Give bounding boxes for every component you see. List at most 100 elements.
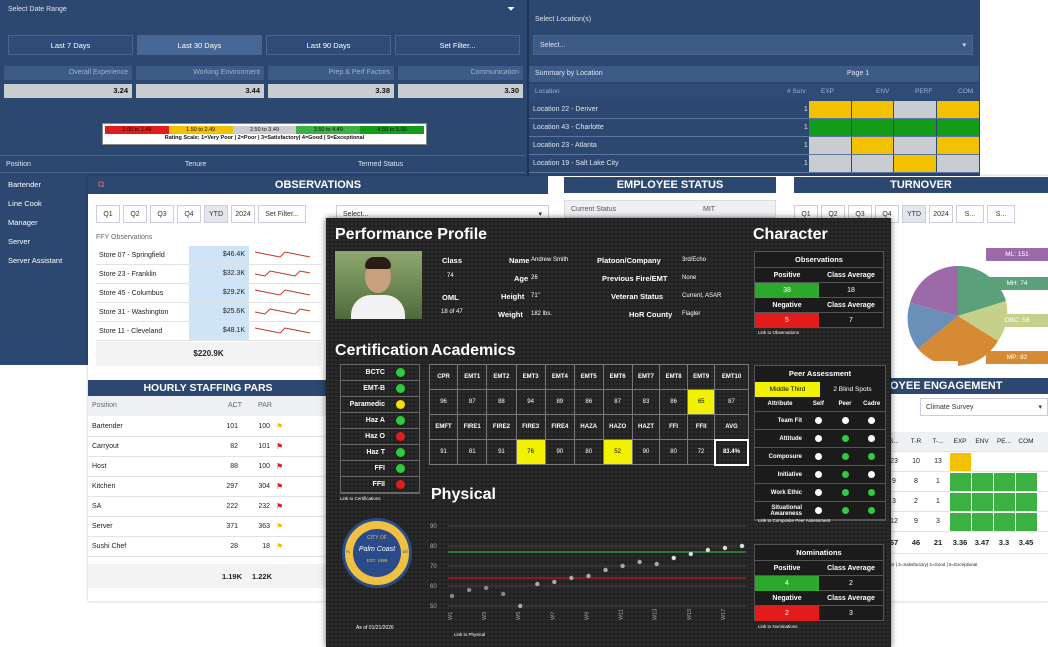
eng-cell: 9 — [914, 518, 918, 525]
last-30-days-button[interactable]: Last 30 Days — [137, 35, 262, 55]
eng-row[interactable]: 321 — [883, 492, 1048, 512]
seal-right-letters: DE — [402, 549, 408, 554]
height-value: 71" — [531, 293, 540, 299]
store-row[interactable]: Store 11 - Cleveland $48.1K — [96, 322, 321, 341]
link-observations[interactable]: Link to Observations — [758, 330, 799, 335]
seal-name: Palm Coast — [358, 546, 396, 553]
link-nominations[interactable]: Link to Nominations — [758, 624, 798, 629]
filter-icon[interactable]: ⏷ — [507, 4, 515, 15]
pa-attribute: Team Fit — [777, 417, 802, 424]
x-tick: W13 — [653, 609, 659, 620]
obs-positive-value: 38 — [755, 282, 819, 298]
observations-box: Observations Positive Class Average 38 18 … — [754, 251, 884, 328]
acad-col: EMT7 — [631, 364, 661, 390]
acad-score: 65 — [686, 389, 716, 415]
store-row[interactable]: Store 23 - Franklin $32.3K — [96, 265, 321, 284]
platoon-label: Platoon/Company — [597, 256, 661, 265]
turnover-period-button[interactable]: S... — [956, 205, 984, 223]
store-row[interactable]: Store 45 - Columbus $29.2K — [96, 284, 321, 303]
last-7-days-button[interactable]: Last 7 Days — [8, 35, 133, 55]
link-certifications[interactable]: Link to Certifications — [340, 496, 381, 501]
position-item[interactable]: Bartender — [4, 175, 84, 194]
position-item[interactable]: Line Cook — [4, 194, 84, 213]
store-rows: Store 07 - Springfield $46.4K Store 23 - F… — [96, 246, 321, 341]
staff-row[interactable]: Carryout 82 101 ⚑ — [88, 437, 328, 457]
acad-score: 52 — [602, 439, 633, 465]
acad-score: 88 — [486, 389, 517, 415]
pa-row: Composure — [755, 448, 885, 466]
acad-col: EMT5 — [573, 364, 604, 390]
pie-label: MP: 82 — [986, 351, 1048, 364]
pa-row: Team Fit — [755, 412, 885, 430]
staff-row[interactable]: Server 371 363 ⚑ — [88, 517, 328, 537]
turnover-period-button[interactable]: 2024 — [929, 205, 953, 223]
link-peer-assessment[interactable]: Link to Composite Peer Assessment — [758, 518, 830, 523]
hor-label: HoR County — [629, 310, 673, 319]
pa-attribute: Attitude — [779, 435, 802, 442]
set-filter-button[interactable]: Set Filter... — [395, 35, 520, 55]
turnover-period-button[interactable]: YTD — [902, 205, 926, 223]
data-point — [552, 579, 557, 585]
cert-name: Haz T — [366, 449, 385, 456]
period-button[interactable]: Q2 — [123, 205, 147, 223]
location-select[interactable]: Select... ▾ — [533, 35, 973, 55]
period-button[interactable]: Q3 — [150, 205, 174, 223]
eng-row[interactable]: 981 — [883, 472, 1048, 492]
score-cell — [894, 101, 937, 118]
pa-cell — [858, 435, 885, 442]
staff-row[interactable]: SA 222 232 ⚑ — [88, 497, 328, 517]
pa-dot-icon — [868, 435, 876, 442]
acad-header-row: CPR EMT1 EMT2 EMT3 EMT4 EMT5 EMT6 EMT7 EMT8 EMT9 E… — [428, 364, 749, 390]
period-button[interactable]: Q1 — [96, 205, 120, 223]
location-row[interactable]: Location 43 - Charlotte 1 — [529, 119, 979, 137]
turnover-period-button[interactable]: S... — [987, 205, 1015, 223]
score-cell — [808, 119, 851, 136]
eng-cell: 2 — [914, 498, 918, 505]
location-row[interactable]: Location 22 - Denver 1 — [529, 101, 979, 119]
pa-dot-icon — [841, 471, 849, 478]
staff-row[interactable]: Sushi Chef 28 18 ⚑ — [88, 537, 328, 557]
last-90-days-button[interactable]: Last 90 Days — [266, 35, 391, 55]
rating-legend: 1.00 to 1.49 1.50 to 2.49 2.50 to 3.49 3.50… — [102, 123, 427, 145]
summary-header: Summary by Location Page 1 — [529, 66, 979, 82]
eng-score-cell — [1016, 492, 1037, 511]
staff-par: 18 — [262, 543, 270, 550]
acad-score: 91 — [486, 439, 517, 465]
location-surv: 1 — [803, 124, 808, 131]
staff-row[interactable]: Host 88 100 ⚑ — [88, 457, 328, 477]
period-button[interactable]: 2024 — [231, 205, 255, 223]
link-physical[interactable]: Link to Physical — [454, 632, 485, 637]
location-columns: Location # Surv EXP ENV PERF COM — [529, 84, 979, 100]
eng-row[interactable]: 12 9 3 — [883, 512, 1048, 532]
position-item[interactable]: Manager — [4, 213, 84, 232]
location-row[interactable]: Location 23 - Atlanta 1 — [529, 137, 979, 155]
location-name: Location 43 - Charlotte — [533, 124, 604, 131]
store-name: Store 45 - Columbus — [99, 289, 164, 297]
staff-row[interactable]: Bartender 101 100 ⚑ — [88, 417, 328, 437]
pa-cell — [858, 417, 885, 424]
scale-segment: 4.50 to 5.00 — [360, 126, 424, 134]
store-row[interactable]: Store 31 - Washington $25.6K — [96, 303, 321, 322]
location-row[interactable]: Location 19 - Salt Lake City 1 — [529, 155, 979, 173]
summary-title: Summary by Location — [535, 70, 603, 77]
acad-score: 90 — [544, 439, 575, 465]
position-item[interactable]: Server — [4, 232, 84, 251]
metrics-grid: Overall Experience Working Environment P… — [0, 60, 525, 108]
pa-dot-icon — [868, 471, 876, 478]
acad-col: EMT1 — [457, 364, 488, 390]
metric-value: 3.24 — [4, 84, 132, 98]
location-rows: Location 22 - Denver 1 Location 43 - Charl… — [529, 101, 979, 173]
data-point — [449, 593, 455, 599]
position-item[interactable]: Server Assistant — [4, 251, 84, 270]
period-button[interactable]: Set Filter... — [258, 205, 306, 223]
period-button[interactable]: Q4 — [177, 205, 201, 223]
staff-row[interactable]: Kitchen 297 304 ⚑ — [88, 477, 328, 497]
period-button[interactable]: YTD — [204, 205, 228, 223]
sparkline — [254, 327, 311, 334]
climate-select[interactable]: Climate Survey ▾ — [920, 398, 1048, 416]
eng-row[interactable]: 23 10 13 — [883, 452, 1048, 472]
eng-cell: 1 — [936, 478, 940, 485]
character-title: Character — [753, 226, 828, 243]
store-row[interactable]: Store 07 - Springfield $46.4K — [96, 246, 321, 265]
pa-third: Middle Third — [755, 382, 820, 397]
